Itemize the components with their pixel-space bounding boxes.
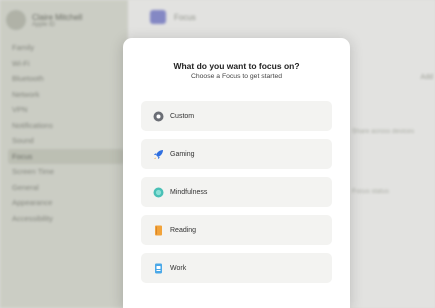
focus-option-label: Gaming [170, 150, 195, 158]
rocket-icon [153, 149, 164, 160]
focus-option-mindfulness[interactable]: Mindfulness [141, 177, 332, 207]
focus-option-label: Custom [170, 112, 195, 120]
focus-option-work[interactable]: Work [141, 253, 332, 283]
focus-option-custom[interactable]: Custom [141, 101, 332, 131]
book-icon [153, 225, 164, 236]
dialog-subtitle: Choose a Focus to get started [190, 73, 283, 80]
badge-icon [153, 263, 164, 274]
focus-option-label: Mindfulness [170, 188, 208, 196]
focus-picker-dialog: What do you want to focus on? Choose a F… [123, 38, 350, 308]
focus-option-gaming[interactable]: Gaming [141, 139, 332, 169]
focus-option-reading[interactable]: Reading [141, 215, 332, 245]
custom-icon [153, 111, 164, 122]
focus-option-label: Reading [170, 226, 197, 234]
focus-options-list: Custom Gaming Mindfulness Reading Work [141, 101, 332, 291]
focus-option-label: Work [170, 264, 187, 272]
mindfulness-icon [153, 187, 164, 198]
dialog-title: What do you want to focus on? [173, 61, 300, 71]
